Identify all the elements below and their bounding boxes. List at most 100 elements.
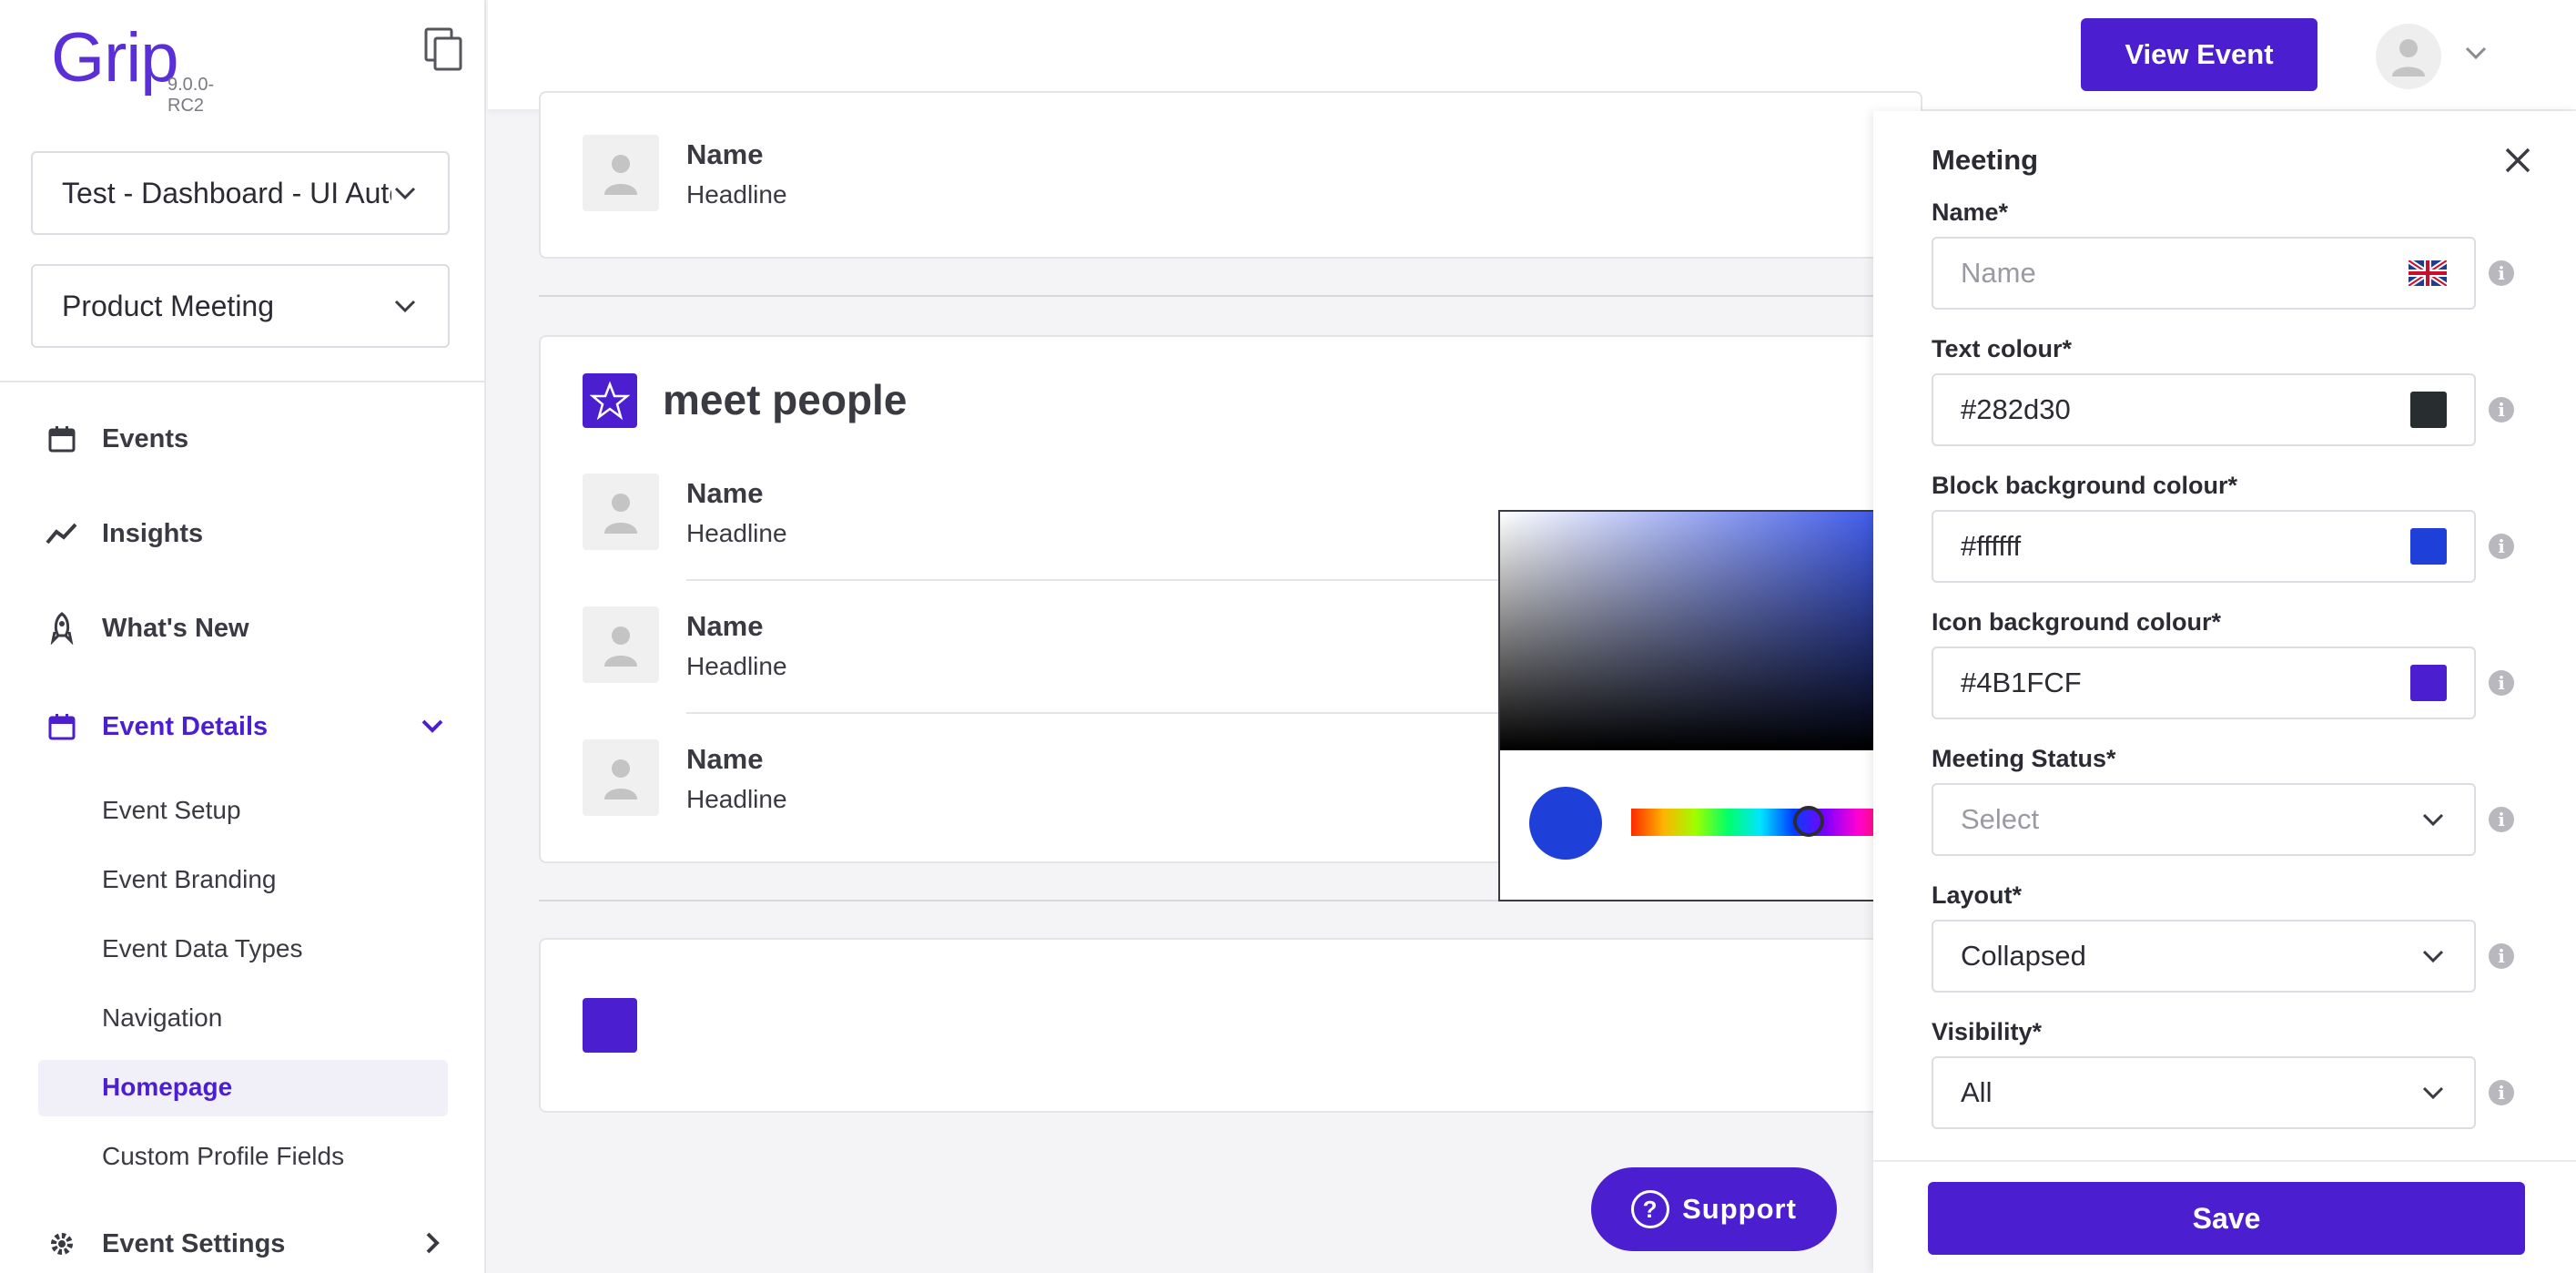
person-avatar: [583, 474, 659, 550]
current-color-swatch: [1529, 787, 1602, 860]
empty-block-card[interactable]: [539, 938, 1922, 1113]
nav-event-details[interactable]: Event Details: [44, 708, 268, 745]
person-icon: [604, 626, 637, 667]
person-icon: [604, 759, 637, 799]
sub-event-data-types[interactable]: Event Data Types: [102, 934, 303, 963]
nav-insights[interactable]: Insights: [44, 515, 203, 552]
save-button[interactable]: Save: [1928, 1182, 2525, 1255]
version-label: 9.0.0-RC2: [167, 75, 215, 116]
layout-label: Layout*: [1932, 881, 2023, 909]
block-bg-label: Block background colour*: [1932, 472, 2238, 499]
person-headline: Headline: [686, 180, 787, 209]
sub-navigation[interactable]: Navigation: [102, 1003, 222, 1033]
nav-events-label: Events: [102, 423, 189, 453]
sidebar-divider: [0, 381, 486, 382]
sidebar: Grip 9.0.0-RC2 Test - Dashboard - UI Aut…: [0, 0, 486, 1273]
info-icon[interactable]: i: [2489, 534, 2514, 559]
hue-handle[interactable]: [1793, 806, 1824, 837]
text-colour-swatch[interactable]: [2410, 392, 2447, 428]
person-headline: Headline: [686, 785, 787, 813]
icon-bg-label: Icon background colour*: [1932, 608, 2222, 636]
nav-event-details-label: Event Details: [102, 711, 269, 741]
calendar-icon: [44, 708, 80, 745]
person-icon: [604, 494, 637, 534]
hue-slider[interactable]: [1631, 806, 1890, 837]
star-icon: [583, 373, 637, 428]
block-bg-value: #ffffff: [1961, 530, 2022, 562]
close-icon[interactable]: [2500, 142, 2536, 178]
info-icon[interactable]: i: [2489, 807, 2514, 832]
block-bg-field[interactable]: #ffffff: [1932, 510, 2476, 583]
event-select[interactable]: Test - Dashboard - UI Automation: [31, 151, 450, 235]
uk-flag-icon[interactable]: [2409, 260, 2447, 286]
block-bg-swatch[interactable]: [2410, 528, 2447, 565]
divider: [539, 295, 1922, 297]
visibility-value: All: [1961, 1076, 1993, 1108]
nav-whats-new-label: What's New: [102, 613, 249, 643]
info-icon[interactable]: i: [2489, 260, 2514, 286]
chevron-down-icon: [2422, 813, 2444, 827]
info-icon[interactable]: i: [2489, 1080, 2514, 1105]
text-colour-field[interactable]: #282d30: [1932, 373, 2476, 446]
logo-word: Grip: [51, 19, 179, 97]
meeting-select[interactable]: Product Meeting: [31, 264, 450, 348]
support-label: Support: [1682, 1193, 1797, 1225]
visibility-label: Visibility*: [1932, 1018, 2043, 1045]
person-avatar: [583, 135, 659, 211]
name-label: Name*: [1932, 199, 2009, 226]
view-event-button[interactable]: View Event: [2081, 18, 2317, 91]
layout-select[interactable]: Collapsed: [1932, 920, 2476, 993]
icon-bg-field[interactable]: #4B1FCF: [1932, 647, 2476, 719]
person-name: Name: [686, 743, 764, 775]
gear-icon: [44, 1226, 80, 1262]
sub-event-setup[interactable]: Event Setup: [102, 796, 241, 825]
chevron-down-icon[interactable]: [419, 712, 446, 739]
person-headline: Headline: [686, 652, 787, 680]
rocket-icon: [44, 610, 80, 647]
copy-icon[interactable]: [424, 27, 464, 73]
name-field[interactable]: Name: [1932, 237, 2476, 310]
icon-bg-swatch[interactable]: [2410, 665, 2447, 701]
nav-event-settings[interactable]: Event Settings: [44, 1226, 285, 1262]
grip-logo[interactable]: Grip 9.0.0-RC2: [51, 24, 214, 117]
sub-event-branding[interactable]: Event Branding: [102, 865, 276, 894]
person-name: Name: [686, 138, 764, 170]
saturation-value-area[interactable]: [1500, 512, 1919, 750]
info-icon[interactable]: i: [2489, 943, 2514, 969]
person-icon: [604, 155, 637, 195]
color-picker[interactable]: [1498, 510, 1921, 901]
name-placeholder: Name: [1961, 257, 2036, 289]
panel-footer: Save: [1873, 1160, 2576, 1273]
support-button[interactable]: ? Support: [1591, 1167, 1837, 1251]
help-icon: ?: [1631, 1190, 1670, 1228]
person-row[interactable]: Name Headline: [583, 474, 787, 550]
person-row[interactable]: Name Headline: [583, 739, 787, 816]
active-item-highlight: [38, 1060, 448, 1116]
meeting-panel: Meeting Name* Name i Text colour* #282d3…: [1873, 111, 2576, 1273]
calendar-icon: [44, 421, 80, 457]
person-avatar: [583, 606, 659, 683]
sub-custom-profile-fields[interactable]: Custom Profile Fields: [102, 1142, 344, 1171]
chevron-right-icon[interactable]: [419, 1229, 446, 1257]
info-icon[interactable]: i: [2489, 397, 2514, 423]
section-title: meet people: [663, 376, 908, 423]
visibility-select[interactable]: All: [1932, 1056, 2476, 1129]
sub-homepage[interactable]: Homepage: [102, 1073, 232, 1102]
person-avatar: [583, 739, 659, 816]
nav-insights-label: Insights: [102, 518, 204, 548]
meeting-select-value: Product Meeting: [62, 289, 275, 322]
nav-whats-new[interactable]: What's New: [44, 610, 249, 647]
person-row[interactable]: Name Headline: [583, 606, 787, 683]
meeting-status-select[interactable]: Select: [1932, 783, 2476, 856]
user-avatar[interactable]: [2376, 24, 2441, 89]
panel-title: Meeting: [1932, 144, 2039, 176]
meeting-status-label: Meeting Status*: [1932, 745, 2116, 772]
person-row[interactable]: Name Headline: [583, 135, 787, 211]
text-colour-label: Text colour*: [1932, 335, 2073, 362]
nav-event-settings-label: Event Settings: [102, 1228, 286, 1258]
chevron-down-icon[interactable]: [2461, 38, 2490, 67]
nav-events[interactable]: Events: [44, 421, 188, 457]
chevron-down-icon: [394, 187, 416, 200]
person-icon: [2392, 39, 2425, 76]
info-icon[interactable]: i: [2489, 670, 2514, 696]
